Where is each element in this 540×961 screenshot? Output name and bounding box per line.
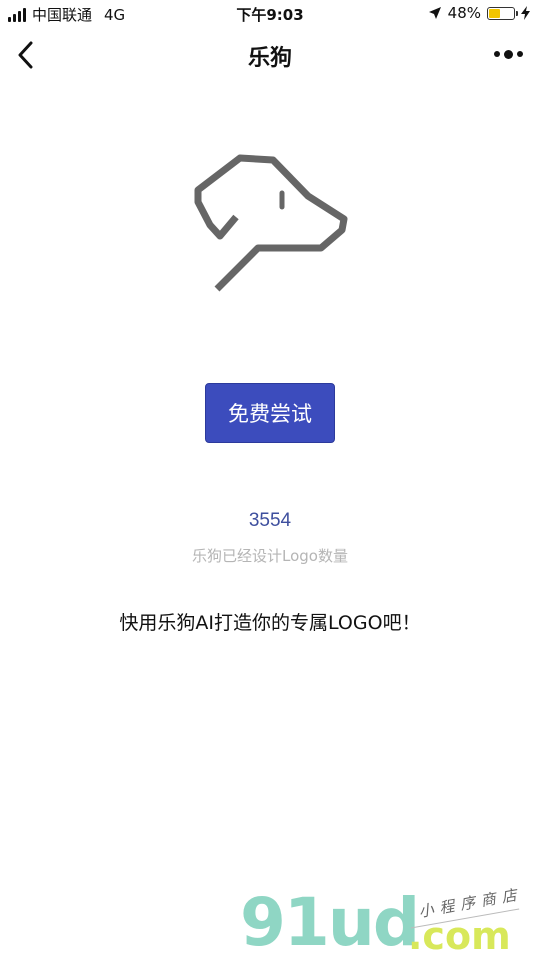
page-title: 乐狗: [247, 46, 292, 71]
slogan-text: 快用乐狗AI打造你的专属LOGO吧！: [119, 612, 421, 634]
dog-head-icon: [194, 154, 348, 292]
logo-count-value: 3554: [248, 510, 292, 531]
more-button[interactable]: [490, 44, 526, 64]
more-dot: [493, 51, 500, 57]
logo-count-label: 乐狗已经设计Logo数量: [192, 547, 348, 565]
status-bar: 中国联通 4G 下午9:03 48%: [0, 0, 540, 28]
more-dot-center: [503, 49, 513, 59]
battery-cap: [516, 10, 518, 16]
battery-fill: [489, 8, 501, 18]
nav-bar: 乐狗: [0, 28, 540, 82]
watermark-brand: 91ud: [240, 884, 420, 961]
battery-icon: [487, 6, 518, 20]
status-right: 48%: [428, 4, 530, 22]
charging-bolt-icon: [521, 6, 530, 20]
battery-percent: 48%: [447, 4, 481, 22]
watermark-domain: .com: [408, 914, 511, 958]
more-dot: [516, 51, 523, 57]
location-arrow-icon: [428, 7, 441, 19]
watermark: 91ud .com 小程序商店: [240, 884, 540, 961]
free-trial-button[interactable]: 免费尝试: [205, 383, 335, 443]
